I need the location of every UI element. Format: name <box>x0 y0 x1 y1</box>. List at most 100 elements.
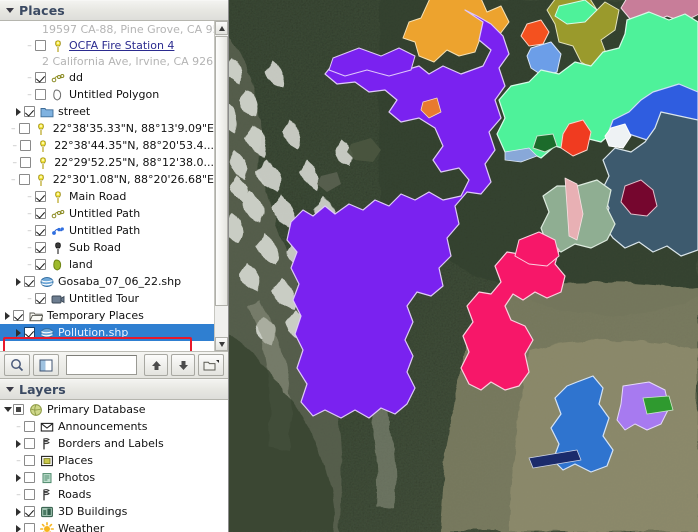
visibility-checkbox[interactable] <box>35 293 46 304</box>
visibility-checkbox[interactable] <box>24 327 35 338</box>
places-item-ocfa-fire-station-4[interactable]: OCFA Fire Station 4 <box>0 37 214 54</box>
photo-icon <box>39 470 54 485</box>
tree-guide <box>24 205 35 222</box>
visibility-checkbox[interactable] <box>13 404 24 415</box>
visibility-checkbox[interactable] <box>35 225 46 236</box>
move-up-button[interactable] <box>144 354 168 376</box>
placemark-address: 19597 CA-88, Pine Grove, CA 95665 <box>42 23 214 36</box>
places-panel-header[interactable]: Places <box>0 0 228 21</box>
places-item-22-29-52-25-n-88-12-38-0[interactable]: 22°29'52.25"N, 88°12'38.0... <box>0 154 214 171</box>
visibility-checkbox[interactable] <box>18 123 30 134</box>
layers-item-announcements[interactable]: Announcements <box>0 418 228 435</box>
places-toolbar <box>0 351 228 379</box>
places-item-label: land <box>69 258 93 271</box>
visibility-checkbox[interactable] <box>20 157 32 168</box>
places-vertical-scrollbar[interactable] <box>214 21 228 351</box>
visibility-checkbox[interactable] <box>24 489 35 500</box>
places-item-sub-road[interactable]: Sub Road <box>0 239 214 256</box>
visibility-checkbox[interactable] <box>35 259 46 270</box>
visibility-checkbox[interactable] <box>35 191 46 202</box>
places-item-label: dd <box>69 71 83 84</box>
places-item-untitled-path[interactable]: Untitled Path <box>0 205 214 222</box>
open-folder-icon <box>28 308 43 323</box>
tree-guide <box>24 37 35 54</box>
visibility-checkbox[interactable] <box>18 174 30 185</box>
places-item-22-38-44-35-n-88-20-53-4[interactable]: 22°38'44.35"N, 88°20'53.4... <box>0 137 214 154</box>
visibility-checkbox[interactable] <box>35 40 46 51</box>
places-tree[interactable]: 19597 CA-88, Pine Grove, CA 95665 OCFA Fi… <box>0 21 214 351</box>
scroll-down-arrow-icon[interactable] <box>215 337 228 351</box>
search-input[interactable] <box>66 355 137 375</box>
places-item-label: Untitled Path <box>69 207 141 220</box>
layers-item-photos[interactable]: Photos <box>0 469 228 486</box>
places-item-22-38-35-33-n-88-13-9-09-e[interactable]: 22°38'35.33"N, 88°13'9.09"E <box>0 120 214 137</box>
move-down-button[interactable] <box>171 354 195 376</box>
visibility-checkbox[interactable] <box>24 438 35 449</box>
tree-guide <box>9 154 20 171</box>
border-flag-icon <box>39 436 54 451</box>
layers-item-primary-database[interactable]: Primary Database <box>0 401 228 418</box>
visibility-checkbox[interactable] <box>24 506 35 517</box>
move-down-arrow-icon <box>178 360 188 370</box>
visibility-checkbox[interactable] <box>35 242 46 253</box>
chevron-right-icon[interactable] <box>13 469 24 486</box>
layers-item-borders-and-labels[interactable]: Borders and Labels <box>0 435 228 452</box>
visibility-checkbox[interactable] <box>20 140 32 151</box>
places-item-street[interactable]: street <box>0 103 214 120</box>
tree-guide <box>24 222 35 239</box>
split-view-button[interactable] <box>33 354 59 376</box>
tour-icon <box>50 291 65 306</box>
visibility-checkbox[interactable] <box>24 276 35 287</box>
places-item-label: Untitled Polygon <box>69 88 160 101</box>
visibility-checkbox[interactable] <box>24 472 35 483</box>
chevron-right-icon[interactable] <box>13 435 24 452</box>
places-item-label: 22°30'1.08"N, 88°20'26.68"E <box>52 173 214 186</box>
scrollbar-thumb[interactable] <box>215 36 228 306</box>
places-item-land[interactable]: land <box>0 256 214 273</box>
layers-item-roads[interactable]: Roads <box>0 486 228 503</box>
new-folder-icon <box>203 359 219 370</box>
places-item-untitled-path[interactable]: Untitled Path <box>0 222 214 239</box>
layers-item-3d-buildings[interactable]: 3D Buildings <box>0 503 228 520</box>
chevron-right-icon[interactable] <box>13 273 24 290</box>
visibility-checkbox[interactable] <box>24 455 35 466</box>
places-item-22-30-1-08-n-88-20-26-68-e[interactable]: 22°30'1.08"N, 88°20'26.68"E <box>0 171 214 188</box>
layers-panel-header[interactable]: Layers <box>0 379 228 400</box>
search-icon <box>11 359 24 372</box>
chevron-right-icon[interactable] <box>13 520 24 532</box>
places-item-pollution-shp[interactable]: Pollution.shp <box>0 324 214 341</box>
places-item-main-road[interactable]: Main Road <box>0 188 214 205</box>
satellite-map-view[interactable] <box>229 0 698 532</box>
places-item-untitled-polygon[interactable]: Untitled Polygon <box>0 86 214 103</box>
shapefile-icon <box>39 325 54 340</box>
tree-guide <box>24 69 35 86</box>
visibility-checkbox[interactable] <box>35 89 46 100</box>
chevron-right-icon[interactable] <box>13 103 24 120</box>
layers-item-weather[interactable]: Weather <box>0 520 228 532</box>
visibility-checkbox[interactable] <box>13 310 24 321</box>
places-item-label: 22°38'35.33"N, 88°13'9.09"E <box>52 122 214 135</box>
layers-item-places[interactable]: Places <box>0 452 228 469</box>
visibility-checkbox[interactable] <box>35 208 46 219</box>
path-blue-icon <box>50 223 65 238</box>
places-item-dd[interactable]: dd <box>0 69 214 86</box>
yellow-pushpin-icon <box>35 138 50 153</box>
places-item-temporary-places[interactable]: Temporary Places <box>0 307 214 324</box>
new-folder-button[interactable] <box>198 354 224 376</box>
chevron-down-icon[interactable] <box>2 401 13 418</box>
chevron-right-icon[interactable] <box>13 503 24 520</box>
visibility-checkbox[interactable] <box>35 72 46 83</box>
search-button[interactable] <box>4 354 30 376</box>
scroll-up-arrow-icon[interactable] <box>215 21 228 35</box>
chevron-right-icon[interactable] <box>2 307 13 324</box>
layers-tree[interactable]: Primary Database Announcements Borders and… <box>0 400 228 532</box>
chevron-right-icon[interactable] <box>13 324 24 341</box>
visibility-checkbox[interactable] <box>24 106 35 117</box>
visibility-checkbox[interactable] <box>24 523 35 532</box>
place-square-icon <box>39 453 54 468</box>
places-panel-title: Places <box>19 3 65 18</box>
places-item-gosaba-07-06-22-shp[interactable]: Gosaba_07_06_22.shp <box>0 273 214 290</box>
visibility-checkbox[interactable] <box>24 421 35 432</box>
places-item-untitled-tour[interactable]: Untitled Tour <box>0 290 214 307</box>
folder-icon <box>39 104 54 119</box>
